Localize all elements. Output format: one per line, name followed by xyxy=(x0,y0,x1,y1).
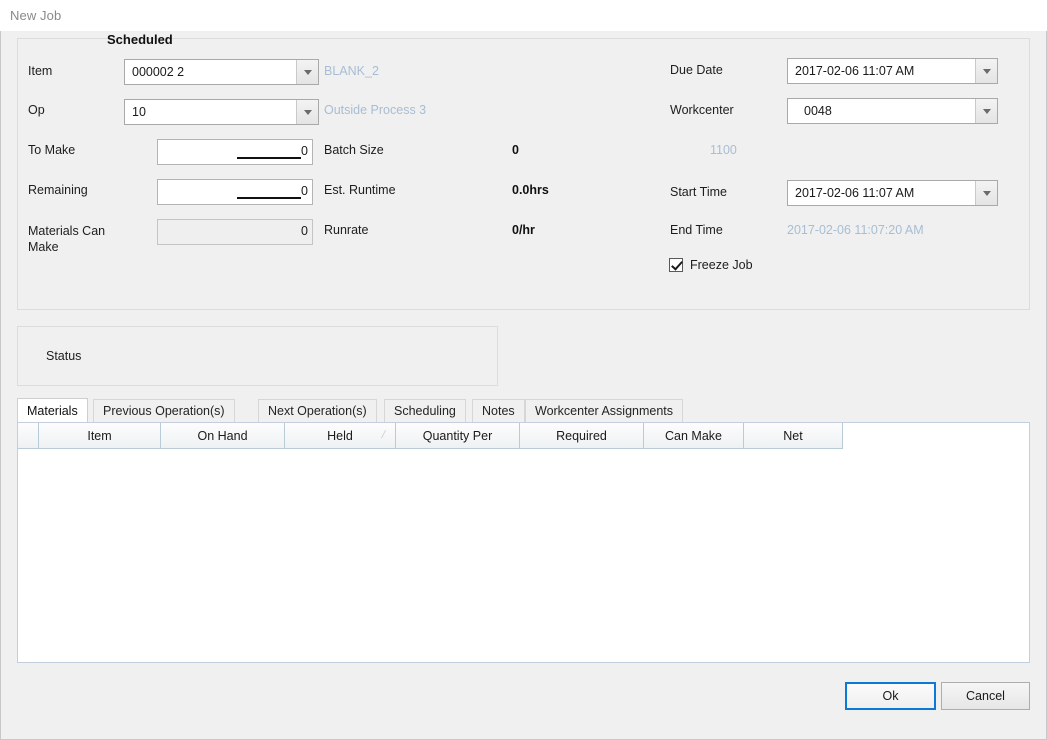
remaining-input-value: 0 xyxy=(301,184,308,198)
column-header-required[interactable]: Required xyxy=(520,423,644,449)
column-header-held-label: Held xyxy=(327,428,353,443)
chevron-down-icon xyxy=(982,190,991,196)
freeze-job-checkbox[interactable] xyxy=(669,258,683,272)
workcenter-value: 0048 xyxy=(804,104,832,118)
chevron-down-icon xyxy=(982,68,991,74)
tab-workcenter-assignments[interactable]: Workcenter Assignments xyxy=(525,399,684,422)
materials-can-make-input: 0 xyxy=(157,219,313,245)
remaining-label: Remaining xyxy=(28,183,88,197)
end-time-label: End Time xyxy=(670,223,723,237)
tab-scheduling[interactable]: Scheduling xyxy=(384,399,466,422)
job-details-panel: Item 000002 2 BLANK_2 Op 10 Outside Proc… xyxy=(17,38,1030,310)
op-description: Outside Process 3 xyxy=(324,103,427,117)
materials-can-make-value: 0 xyxy=(301,224,308,238)
column-header-can-make[interactable]: Can Make xyxy=(644,423,744,449)
ok-button[interactable]: Ok xyxy=(845,682,936,710)
column-header-held[interactable]: Held ∕ xyxy=(285,423,396,449)
chevron-down-icon xyxy=(303,109,312,115)
tab-notes[interactable]: Notes xyxy=(472,399,525,422)
tab-next-operations[interactable]: Next Operation(s) xyxy=(258,399,377,422)
materials-can-make-label: Materials Can Make xyxy=(28,223,124,255)
to-make-label: To Make xyxy=(28,143,76,157)
tab-materials[interactable]: Materials xyxy=(17,398,88,422)
column-header-item[interactable]: Item xyxy=(39,423,161,449)
chevron-down-icon xyxy=(982,108,991,114)
materials-can-make-label-line1: Materials Can xyxy=(28,224,106,238)
tab-previous-operations[interactable]: Previous Operation(s) xyxy=(93,399,235,422)
workcenter-description: 1100 xyxy=(710,143,737,157)
materials-grid[interactable]: Item On Hand Held ∕ Quantity Per Require… xyxy=(17,422,1030,663)
column-header-on-hand[interactable]: On Hand xyxy=(161,423,285,449)
window-titlebar: New Job xyxy=(0,0,1047,31)
sort-indicator-icon: ∕ xyxy=(382,428,386,442)
est-runtime-value: 0.0hrs xyxy=(512,183,549,197)
row-selector-column-header xyxy=(18,423,39,449)
item-combo[interactable]: 000002 2 xyxy=(124,59,319,85)
to-make-input-value: 0 xyxy=(301,144,308,158)
batch-size-label: Batch Size xyxy=(324,143,384,157)
end-time-value: 2017-02-06 11:07:20 AM xyxy=(787,223,924,237)
workcenter-combo[interactable]: 0048 xyxy=(787,98,998,124)
op-combo[interactable]: 10 xyxy=(124,99,319,125)
due-date-label: Due Date xyxy=(670,63,723,77)
status-label: Status xyxy=(46,349,82,363)
column-header-quantity-per[interactable]: Quantity Per xyxy=(396,423,520,449)
runrate-label: Runrate xyxy=(324,223,369,237)
remaining-input-underline xyxy=(237,197,301,199)
freeze-job-label: Freeze Job xyxy=(690,258,753,272)
freeze-job-checkbox-row[interactable]: Freeze Job xyxy=(669,258,753,272)
runrate-value: 0/hr xyxy=(512,223,535,237)
window-title: New Job xyxy=(10,8,62,23)
item-label: Item xyxy=(28,64,53,78)
item-combo-dropdown-button[interactable] xyxy=(296,60,318,84)
op-combo-value: 10 xyxy=(132,105,146,119)
op-combo-dropdown-button[interactable] xyxy=(296,100,318,124)
status-value: Scheduled xyxy=(107,32,173,47)
due-date-value: 2017-02-06 11:07 AM xyxy=(795,64,915,78)
start-time-combo[interactable]: 2017-02-06 11:07 AM xyxy=(787,180,998,206)
item-description: BLANK_2 xyxy=(324,64,379,78)
start-time-dropdown-button[interactable] xyxy=(975,181,997,205)
due-date-combo[interactable]: 2017-02-06 11:07 AM xyxy=(787,58,998,84)
tab-strip: Materials Previous Operation(s) Next Ope… xyxy=(17,398,1030,422)
op-label: Op xyxy=(28,103,45,117)
batch-size-value: 0 xyxy=(512,143,519,157)
start-time-label: Start Time xyxy=(670,185,727,199)
chevron-down-icon xyxy=(303,69,312,75)
new-job-window: New Job Item 000002 2 BLANK_2 Op 10 Outs… xyxy=(0,0,1047,740)
materials-grid-header: Item On Hand Held ∕ Quantity Per Require… xyxy=(18,423,843,449)
workcenter-dropdown-button[interactable] xyxy=(975,99,997,123)
cancel-button[interactable]: Cancel xyxy=(941,682,1030,710)
est-runtime-label: Est. Runtime xyxy=(324,183,396,197)
item-combo-value: 000002 2 xyxy=(132,65,185,79)
workcenter-label: Workcenter xyxy=(670,103,734,117)
to-make-input-underline xyxy=(237,157,301,159)
status-panel: Status xyxy=(17,326,498,386)
due-date-dropdown-button[interactable] xyxy=(975,59,997,83)
materials-can-make-label-line2: Make xyxy=(28,240,59,254)
to-make-input[interactable]: 0 xyxy=(157,139,313,165)
remaining-input[interactable]: 0 xyxy=(157,179,313,205)
start-time-value: 2017-02-06 11:07 AM xyxy=(795,186,915,200)
column-header-net[interactable]: Net xyxy=(744,423,843,449)
